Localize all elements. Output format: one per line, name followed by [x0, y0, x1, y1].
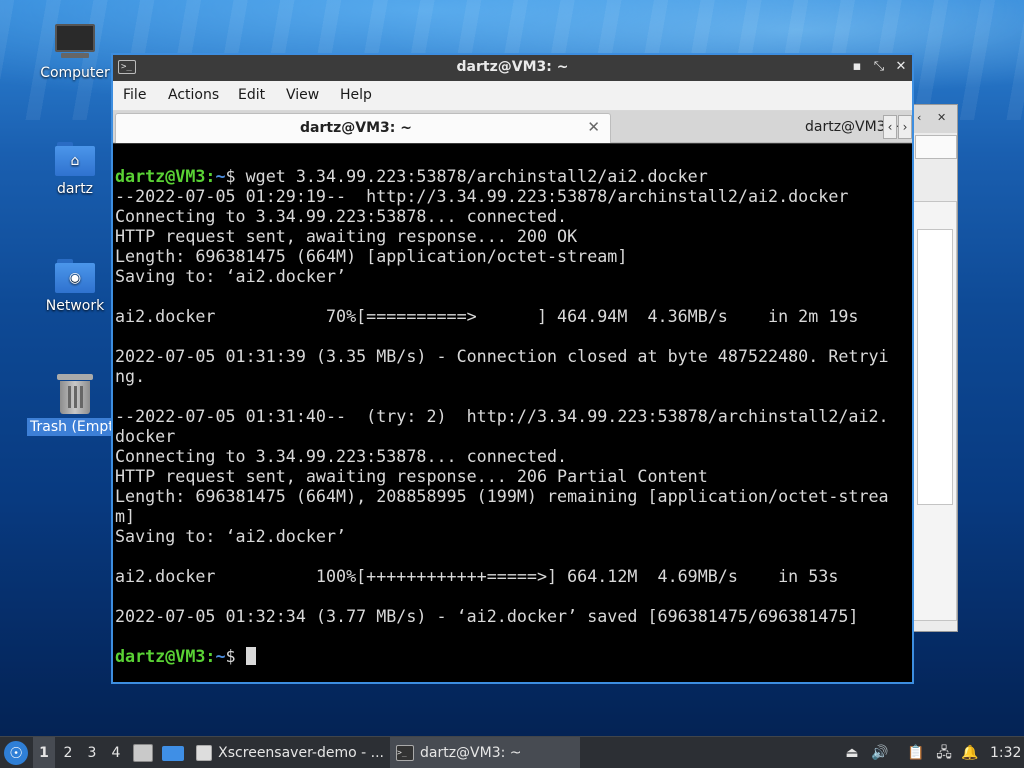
- terminal-output-line: Length: 696381475 (664M) [application/oc…: [115, 246, 628, 266]
- computer-icon: [55, 24, 95, 60]
- menu-file[interactable]: File: [123, 87, 146, 103]
- eject-icon[interactable]: ⏏: [842, 737, 862, 768]
- tab-terminal-2[interactable]: dartz@VM3: ~: [613, 113, 907, 143]
- tab-bar: dartz@VM3: ~ ✕ dartz@VM3: ~ ‹ ›: [113, 111, 912, 143]
- start-menu-icon[interactable]: ☉: [4, 741, 28, 765]
- workspace-1[interactable]: 1: [33, 737, 55, 768]
- terminal-output-line: docker: [115, 426, 176, 446]
- desktop-icon-trash[interactable]: Trash (Empt: [27, 374, 123, 436]
- clock[interactable]: 1:32: [990, 737, 1021, 768]
- task-label: Xscreensaver-demo - ...: [218, 745, 384, 761]
- menu-help[interactable]: Help: [340, 87, 372, 103]
- maximize-button[interactable]: ⤡: [870, 58, 888, 76]
- desktop-icon-network[interactable]: ◉ Network: [33, 257, 117, 315]
- workspace-2[interactable]: 2: [57, 737, 79, 768]
- terminal-output-line: HTTP request sent, awaiting response... …: [115, 226, 578, 246]
- terminal-output-line: ng.: [115, 366, 146, 386]
- tab-scroll-left-icon[interactable]: ‹: [883, 115, 897, 139]
- menu-bar: File Actions Edit View Help: [113, 81, 912, 111]
- terminal-text: dartz@VM3:~$ wget 3.34.99.223:53878/arch…: [115, 166, 889, 666]
- desktop-icon-label: Trash (Empt: [27, 418, 117, 436]
- close-button[interactable]: ✕: [892, 58, 910, 76]
- taskbar-task-terminal[interactable]: >_ dartz@VM3: ~: [390, 737, 580, 768]
- notification-icon[interactable]: 🔔: [960, 737, 980, 768]
- terminal-output-line: m]: [115, 506, 136, 526]
- terminal-output-line: Connecting to 3.34.99.223:53878... conne…: [115, 446, 568, 466]
- desktop-icon-label: dartz: [56, 181, 94, 197]
- terminal-icon: >_: [396, 745, 414, 761]
- window-title: dartz@VM3: ~: [456, 59, 569, 75]
- text-cursor: [245, 647, 256, 665]
- clipboard-icon[interactable]: 📋: [906, 737, 926, 768]
- terminal-output-line: ai2.docker 70%[==========> ] 464.94M 4.3…: [115, 306, 859, 326]
- file-manager-launcher-icon[interactable]: [133, 744, 153, 762]
- task-label: dartz@VM3: ~: [420, 745, 522, 761]
- tab-close-icon[interactable]: ✕: [587, 118, 600, 136]
- background-window-list[interactable]: [917, 229, 953, 505]
- terminal-output-line: 2022-07-05 01:31:39 (3.35 MB/s) - Connec…: [115, 346, 889, 366]
- trash-icon: [57, 374, 93, 414]
- terminal-output-line: 2022-07-05 01:32:34 (3.77 MB/s) - ‘ai2.d…: [115, 606, 859, 626]
- menu-actions[interactable]: Actions: [168, 87, 219, 103]
- volume-icon[interactable]: 🔊: [870, 737, 890, 768]
- desktop-icon-label: Network: [45, 298, 105, 314]
- terminal-output-line: --2022-07-05 01:31:40-- (try: 2) http://…: [115, 406, 889, 426]
- terminal-output-line: Length: 696381475 (664M), 208858995 (199…: [115, 486, 889, 506]
- terminal-prompt-line: dartz@VM3:~$ wget 3.34.99.223:53878/arch…: [115, 166, 708, 186]
- terminal-output-line: Saving to: ‘ai2.docker’: [115, 266, 347, 286]
- minimize-button[interactable]: ▪: [848, 58, 866, 76]
- workspace-3[interactable]: 3: [81, 737, 103, 768]
- background-window-field[interactable]: [915, 135, 957, 159]
- tab-terminal-1[interactable]: dartz@VM3: ~ ✕: [115, 113, 611, 143]
- close-icon[interactable]: ✕: [937, 111, 946, 124]
- taskbar-task-xscreensaver[interactable]: Xscreensaver-demo - ...: [192, 737, 384, 768]
- terminal-window[interactable]: >_ dartz@VM3: ~ ▪ ⤡ ✕ File Actions Edit …: [111, 53, 914, 684]
- workspace-4[interactable]: 4: [105, 737, 127, 768]
- chevron-left-icon[interactable]: ‹: [917, 111, 921, 124]
- network-icon[interactable]: 🖧: [934, 737, 954, 768]
- terminal-output-line: ai2.docker 100%[++++++++++++=====>] 664.…: [115, 566, 839, 586]
- terminal-prompt-line: dartz@VM3:~$: [115, 646, 889, 666]
- desktop-icon-computer[interactable]: Computer: [33, 24, 117, 82]
- terminal-output-line: HTTP request sent, awaiting response... …: [115, 466, 708, 486]
- desktop-icon-home[interactable]: ⌂ dartz: [33, 140, 117, 198]
- tab-scroll-right-icon[interactable]: ›: [898, 115, 912, 139]
- terminal-output[interactable]: dartz@VM3:~$ wget 3.34.99.223:53878/arch…: [113, 144, 912, 682]
- terminal-output-line: Connecting to 3.34.99.223:53878... conne…: [115, 206, 568, 226]
- menu-view[interactable]: View: [286, 87, 319, 103]
- desktop-icon-label: Computer: [40, 65, 110, 81]
- tab-label: dartz@VM3: ~: [300, 120, 412, 136]
- network-folder-icon: ◉: [55, 257, 95, 293]
- terminal-output-line: --2022-07-05 01:29:19-- http://3.34.99.2…: [115, 186, 849, 206]
- window-icon: [196, 745, 213, 761]
- home-folder-icon: ⌂: [55, 140, 95, 176]
- menu-edit[interactable]: Edit: [238, 87, 265, 103]
- show-desktop-icon[interactable]: [162, 746, 184, 761]
- window-titlebar[interactable]: >_ dartz@VM3: ~ ▪ ⤡ ✕: [113, 55, 912, 81]
- terminal-output-line: Saving to: ‘ai2.docker’: [115, 526, 347, 546]
- taskbar: ☉ 1 2 3 4 Xscreensaver-demo - ... >_ dar…: [0, 736, 1024, 768]
